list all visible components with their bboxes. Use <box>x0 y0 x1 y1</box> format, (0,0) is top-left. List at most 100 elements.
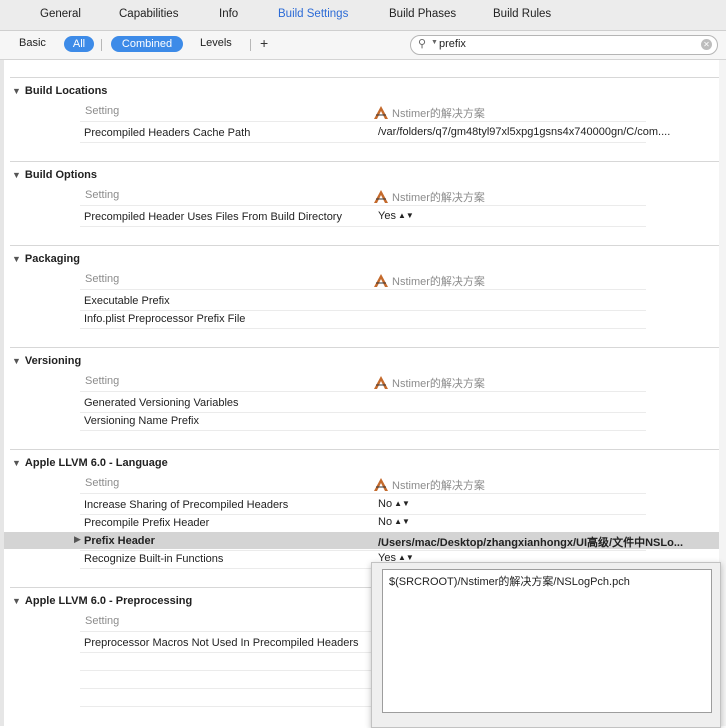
column-header-setting: Setting <box>85 477 120 489</box>
add-setting-button[interactable]: + <box>260 35 268 51</box>
popup-value: No <box>378 498 393 510</box>
column-header-setting: Setting <box>85 189 120 201</box>
disclosure-triangle-icon[interactable]: ▼ <box>12 86 21 96</box>
setting-value[interactable]: No ▲▼ <box>378 516 410 528</box>
disclosure-triangle-right-icon[interactable]: ▶ <box>74 534 81 545</box>
setting-label[interactable]: Prefix Header <box>84 535 155 547</box>
search-icon: ⚲ <box>418 38 427 50</box>
column-header-project: Nstimer的解决方案 <box>374 273 485 289</box>
section-title: Packaging <box>24 253 80 265</box>
setting-value[interactable]: /Users/mac/Desktop/zhangxianhongx/UI高级/文… <box>378 534 716 550</box>
column-header-project: Nstimer的解决方案 <box>374 477 485 493</box>
prefix-header-path-entry[interactable]: $(SRCROOT)/Nstimer的解决方案/NSLogPch.pch <box>389 573 630 589</box>
xcode-project-icon <box>374 106 388 119</box>
setting-label[interactable]: Precompile Prefix Header <box>84 517 209 529</box>
row-divider <box>80 289 646 290</box>
project-name: Nstimer的解决方案 <box>392 276 485 288</box>
tab-build-settings[interactable]: Build Settings <box>278 8 348 20</box>
filter-basic-button[interactable]: Basic <box>19 37 46 49</box>
tab-build-phases[interactable]: Build Phases <box>389 8 456 20</box>
setting-value[interactable]: /var/folders/q7/gm48tyl97xl5xpg1gsns4x74… <box>378 126 718 138</box>
setting-label[interactable]: Versioning Name Prefix <box>84 415 199 427</box>
divider <box>10 347 726 348</box>
tab-info[interactable]: Info <box>219 8 238 20</box>
row-divider <box>80 226 646 227</box>
filter-levels-button[interactable]: Levels <box>200 37 232 49</box>
filter-separator <box>101 39 102 51</box>
popup-value: No <box>378 516 393 528</box>
project-name: Nstimer的解决方案 <box>392 192 485 204</box>
column-header-project: Nstimer的解决方案 <box>374 105 485 121</box>
filter-separator <box>250 39 251 51</box>
column-header-project: Nstimer的解决方案 <box>374 375 485 391</box>
column-header-setting: Setting <box>85 273 120 285</box>
setting-label[interactable]: Precompiled Headers Cache Path <box>84 127 250 139</box>
setting-label[interactable]: Info.plist Preprocessor Prefix File <box>84 313 245 325</box>
filter-bar: Basic All Combined Levels + ⚲ ▼ prefix ✕ <box>0 31 726 60</box>
row-divider <box>80 310 646 311</box>
disclosure-triangle-icon[interactable]: ▼ <box>12 170 21 180</box>
column-header-project: Nstimer的解决方案 <box>374 189 485 205</box>
project-name: Nstimer的解决方案 <box>392 108 485 120</box>
setting-label[interactable]: Precompiled Header Uses Files From Build… <box>84 211 342 223</box>
tab-bar: General Capabilities Info Build Settings… <box>0 0 726 31</box>
section-title: Apple LLVM 6.0 - Preprocessing <box>24 595 193 607</box>
disclosure-triangle-icon[interactable]: ▼ <box>12 254 21 264</box>
xcode-project-icon <box>374 478 388 491</box>
setting-value[interactable]: Yes ▲▼ <box>378 210 414 222</box>
popup-value: Yes <box>378 210 396 222</box>
disclosure-triangle-icon[interactable]: ▼ <box>12 458 21 468</box>
setting-value[interactable]: No ▲▼ <box>378 498 410 510</box>
disclosure-triangle-icon[interactable]: ▼ <box>12 356 21 366</box>
divider <box>10 161 726 162</box>
xcode-project-icon <box>374 376 388 389</box>
section-title: Versioning <box>24 355 82 367</box>
filter-all-button[interactable]: All <box>64 36 94 52</box>
row-divider <box>80 205 646 206</box>
column-header-setting: Setting <box>85 105 120 117</box>
column-header-setting: Setting <box>85 615 120 627</box>
section-header-llvm-preprocessing[interactable]: ▼ Apple LLVM 6.0 - Preprocessing <box>12 595 192 607</box>
section-header-build-options[interactable]: ▼ Build Options <box>12 169 97 181</box>
setting-label[interactable]: Increase Sharing of Precompiled Headers <box>84 499 288 511</box>
section-header-versioning[interactable]: ▼ Versioning <box>12 355 81 367</box>
row-divider <box>80 121 646 122</box>
tab-build-rules[interactable]: Build Rules <box>493 8 551 20</box>
xcode-project-icon <box>374 274 388 287</box>
tab-capabilities[interactable]: Capabilities <box>119 8 178 20</box>
tab-general[interactable]: General <box>40 8 81 20</box>
row-divider <box>80 391 646 392</box>
section-header-packaging[interactable]: ▼ Packaging <box>12 253 80 265</box>
filter-combined-button[interactable]: Combined <box>111 36 183 52</box>
setting-label[interactable]: Preprocessor Macros Not Used In Precompi… <box>84 637 359 649</box>
stepper-icon[interactable]: ▲▼ <box>398 553 414 562</box>
stepper-icon[interactable]: ▲▼ <box>394 517 410 526</box>
row-divider <box>80 493 646 494</box>
search-field[interactable]: ⚲ ▼ prefix ✕ <box>410 35 718 55</box>
row-divider <box>80 430 646 431</box>
prefix-header-text-area[interactable]: $(SRCROOT)/Nstimer的解决方案/NSLogPch.pch <box>382 569 712 713</box>
stepper-icon[interactable]: ▲▼ <box>398 211 414 220</box>
stepper-icon[interactable]: ▲▼ <box>394 499 410 508</box>
disclosure-triangle-icon[interactable]: ▼ <box>12 596 21 606</box>
section-title: Build Options <box>24 169 98 181</box>
setting-label[interactable]: Recognize Built-in Functions <box>84 553 223 565</box>
section-header-build-locations[interactable]: ▼ Build Locations <box>12 85 107 97</box>
setting-label[interactable]: Generated Versioning Variables <box>84 397 239 409</box>
search-options-chevron-icon[interactable]: ▼ <box>431 39 438 46</box>
left-edge <box>0 60 4 726</box>
project-name: Nstimer的解决方案 <box>392 378 485 390</box>
divider <box>10 77 726 78</box>
setting-label[interactable]: Executable Prefix <box>84 295 170 307</box>
row-divider <box>80 514 646 515</box>
section-header-llvm-language[interactable]: ▼ Apple LLVM 6.0 - Language <box>12 457 168 469</box>
section-title: Build Locations <box>24 85 108 97</box>
row-divider <box>80 328 646 329</box>
search-input[interactable]: prefix <box>439 38 466 50</box>
row-divider <box>80 142 646 143</box>
column-header-setting: Setting <box>85 375 120 387</box>
divider <box>10 449 726 450</box>
project-name: Nstimer的解决方案 <box>392 480 485 492</box>
row-divider <box>80 412 646 413</box>
clear-search-icon[interactable]: ✕ <box>701 39 712 50</box>
